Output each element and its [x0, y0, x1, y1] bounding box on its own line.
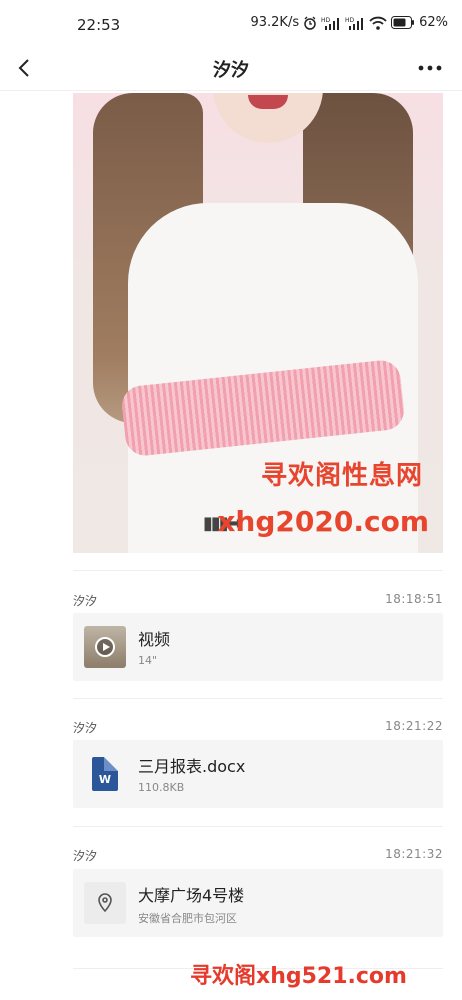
video-title: 视频: [138, 630, 171, 649]
svg-text:HD: HD: [345, 17, 355, 24]
status-bar: 22:53 93.2K/s HD HD 62%: [0, 0, 462, 46]
document-size: 110.8KB: [138, 781, 185, 794]
wifi-icon: [369, 16, 387, 30]
more-dots-icon: [418, 65, 442, 71]
word-icon-letter: W: [98, 773, 112, 786]
word-document-icon: W: [84, 753, 126, 795]
message-time: 18:18:51: [385, 592, 443, 606]
location-address: 安徽省合肥市包河区: [138, 912, 237, 925]
network-speed: 93.2K/s: [250, 15, 300, 30]
page-title: 汐汐: [213, 60, 249, 81]
alarm-icon: [303, 16, 317, 30]
divider: [73, 570, 443, 571]
message-time: 18:21:22: [385, 719, 443, 733]
video-duration: 14": [138, 654, 158, 667]
location-name: 大摩广场4号楼: [138, 886, 245, 905]
battery-percent: 62%: [419, 15, 448, 30]
header: 汐汐: [0, 46, 462, 91]
document-name: 三月报表.docx: [138, 757, 246, 776]
status-icons: 93.2K/s HD HD 62%: [250, 15, 448, 30]
more-options-button[interactable]: [416, 56, 444, 80]
image-message[interactable]: 寻欢阁性息网 ▮▮▮➡ xhg2020.com: [73, 93, 443, 553]
photo-watermark-url: xhg2020.com: [217, 505, 429, 538]
battery-icon: [391, 16, 415, 29]
footer-watermark: 寻欢阁xhg521.com: [190, 964, 407, 989]
message-sender: 汐汐: [73, 721, 98, 735]
signal-hd-icon: HD: [321, 16, 341, 30]
location-pin-icon: [84, 882, 126, 924]
play-icon: [95, 637, 115, 657]
message-time: 18:21:32: [385, 847, 443, 861]
chat-detail-screen: 22:53 93.2K/s HD HD 62% 汐汐 寻欢阁性息网 ▮▮▮➡ x…: [0, 0, 462, 1000]
divider: [73, 826, 443, 827]
signal-hd-icon-2: HD: [345, 16, 365, 30]
svg-text:HD: HD: [321, 17, 331, 24]
message-sender: 汐汐: [73, 594, 98, 608]
document-message-card[interactable]: W 三月报表.docx 110.8KB: [73, 740, 443, 808]
status-time: 22:53: [77, 16, 121, 34]
video-thumbnail: [84, 626, 126, 668]
photo-watermark-cn: 寻欢阁性息网: [260, 461, 423, 491]
message-sender: 汐汐: [73, 849, 98, 863]
divider: [73, 698, 443, 699]
location-message-card[interactable]: 大摩广场4号楼 安徽省合肥市包河区: [73, 869, 443, 937]
video-message-card[interactable]: 视频 14": [73, 613, 443, 681]
